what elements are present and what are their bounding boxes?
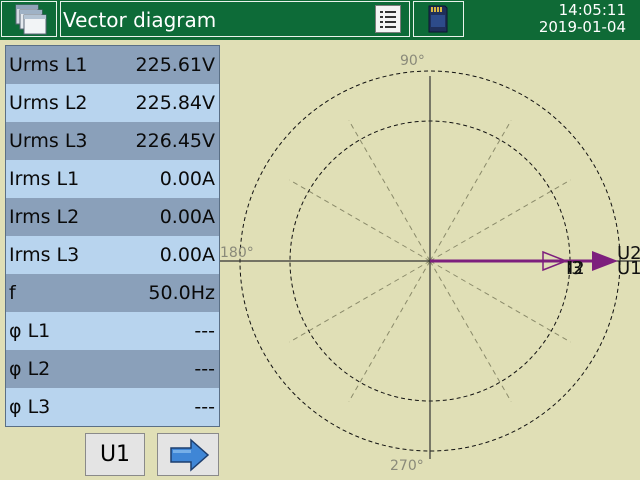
measurement-label: Irms L2 xyxy=(9,206,80,228)
measurement-label: Irms L1 xyxy=(9,168,80,190)
next-arrow-icon xyxy=(170,438,210,472)
vector-label-i2: I2 xyxy=(568,258,585,279)
grid-spoke xyxy=(348,260,431,402)
windows-button[interactable] xyxy=(1,1,57,37)
measurement-label: φ L2 xyxy=(9,358,51,380)
measurement-row: Urms L3 226.45V xyxy=(6,122,219,160)
measurement-value: --- xyxy=(194,320,215,342)
measurement-label: φ L3 xyxy=(9,396,51,418)
measurement-label: Irms L3 xyxy=(9,244,80,266)
measurement-value: 0.00A xyxy=(159,206,215,228)
next-button[interactable] xyxy=(157,433,219,476)
grid-spoke xyxy=(429,260,571,343)
measurement-panel: Urms L1 225.61V Urms L2 225.84V Urms L3 … xyxy=(5,45,220,427)
sd-card-icon xyxy=(428,5,448,33)
grid-spoke xyxy=(348,120,431,262)
measurement-label: Urms L1 xyxy=(9,54,88,76)
measurement-label: Urms L2 xyxy=(9,92,88,114)
measurement-label: Urms L3 xyxy=(9,130,88,152)
grid-spoke xyxy=(289,179,431,262)
grid-spoke xyxy=(429,260,512,402)
voltage-arrowhead xyxy=(592,251,618,271)
measurement-value: 226.45V xyxy=(135,130,215,152)
measurement-label: φ L1 xyxy=(9,320,51,342)
clock-date: 2019-01-04 xyxy=(538,18,626,36)
measurement-value: 0.00A xyxy=(159,168,215,190)
angle-label-90: 90° xyxy=(400,53,425,69)
top-bar: Vector diagram 14:05:11 2019-01-04 xyxy=(0,0,640,40)
vector-label-u1: U1 xyxy=(617,258,640,279)
vector-diagram: 90° 180° 270° U2 U1 I3 I2 xyxy=(220,53,640,474)
measurement-row: Irms L3 0.00A xyxy=(6,236,219,274)
grid-spoke xyxy=(289,260,431,343)
measurement-row: f 50.0Hz xyxy=(6,274,219,312)
measurement-value: 225.84V xyxy=(135,92,215,114)
clock-time: 14:05:11 xyxy=(558,1,626,19)
grid-spoke xyxy=(429,179,571,262)
measurement-row: φ L3 --- xyxy=(6,388,219,426)
windows-icon xyxy=(15,4,47,35)
measurement-label: f xyxy=(9,282,16,304)
list-icon[interactable] xyxy=(375,5,401,33)
channel-select-button[interactable]: U1 xyxy=(85,433,145,476)
measurement-row: φ L2 --- xyxy=(6,350,219,388)
measurement-value: 0.00A xyxy=(159,244,215,266)
sd-card-button[interactable] xyxy=(413,1,464,37)
angle-label-270: 270° xyxy=(390,458,424,474)
measurement-row: Irms L2 0.00A xyxy=(6,198,219,236)
title-box: Vector diagram xyxy=(60,1,410,37)
grid-spoke xyxy=(429,120,512,262)
measurement-row: Irms L1 0.00A xyxy=(6,160,219,198)
measurement-value: --- xyxy=(194,396,215,418)
measurement-row: φ L1 --- xyxy=(6,312,219,350)
measurement-value: 225.61V xyxy=(135,54,215,76)
measurement-value: 50.0Hz xyxy=(148,282,215,304)
measurement-row: Urms L2 225.84V xyxy=(6,84,219,122)
measurement-value: --- xyxy=(194,358,215,380)
page-title: Vector diagram xyxy=(63,8,217,32)
angle-label-180: 180° xyxy=(220,245,254,261)
measurement-row: Urms L1 225.61V xyxy=(6,46,219,84)
clock: 14:05:11 2019-01-04 xyxy=(539,2,626,36)
